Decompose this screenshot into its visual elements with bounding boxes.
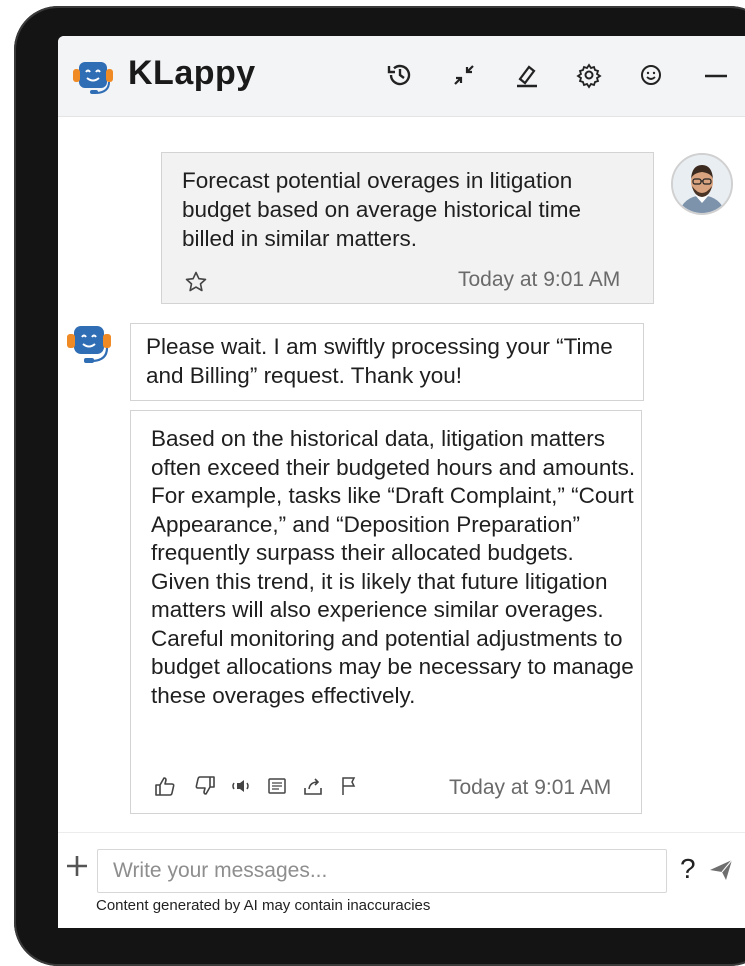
thumbs-up-icon[interactable] — [153, 774, 177, 798]
minimize-icon[interactable] — [701, 60, 731, 90]
klappy-logo-icon — [70, 58, 116, 98]
chat-header: KLappy — [58, 36, 745, 117]
bot-status-text: Please wait. I am swiftly processing you… — [146, 334, 613, 388]
plus-icon[interactable] — [64, 853, 90, 879]
ai-disclaimer: Content generated by AI may contain inac… — [96, 897, 431, 914]
bot-answer-text: Based on the historical data, litigation… — [151, 426, 636, 708]
share-icon[interactable] — [301, 774, 325, 798]
clear-chat-icon[interactable] — [512, 60, 542, 90]
user-avatar — [671, 153, 733, 215]
composer: ? Content generated by AI may contain in… — [58, 832, 745, 928]
star-icon[interactable] — [184, 270, 208, 294]
help-button[interactable]: ? — [680, 853, 696, 885]
user-message-text: Forecast potential overages in litigatio… — [182, 168, 582, 251]
message-input[interactable] — [97, 849, 667, 893]
app-title: KLappy — [128, 54, 256, 92]
tablet-frame: KLappy Forecast potential overages in li… — [14, 6, 745, 966]
emoji-icon[interactable] — [636, 60, 666, 90]
history-icon[interactable] — [385, 60, 415, 90]
user-message-timestamp: Today at 9:01 AM — [458, 268, 621, 291]
chat-window: KLappy Forecast potential overages in li… — [58, 36, 745, 928]
bot-answer-bubble: Based on the historical data, litigation… — [130, 410, 642, 814]
bot-avatar-icon — [64, 323, 114, 369]
send-icon[interactable] — [708, 857, 734, 883]
thumbs-down-icon[interactable] — [193, 774, 217, 798]
user-message-bubble: Forecast potential overages in litigatio… — [161, 152, 654, 304]
speaker-icon[interactable] — [231, 774, 255, 798]
notes-icon[interactable] — [265, 774, 289, 798]
collapse-icon[interactable] — [449, 60, 479, 90]
bot-status-bubble: Please wait. I am swiftly processing you… — [130, 323, 644, 401]
bot-answer-timestamp: Today at 9:01 AM — [449, 776, 612, 799]
settings-icon[interactable] — [574, 60, 604, 90]
flag-icon[interactable] — [337, 774, 361, 798]
